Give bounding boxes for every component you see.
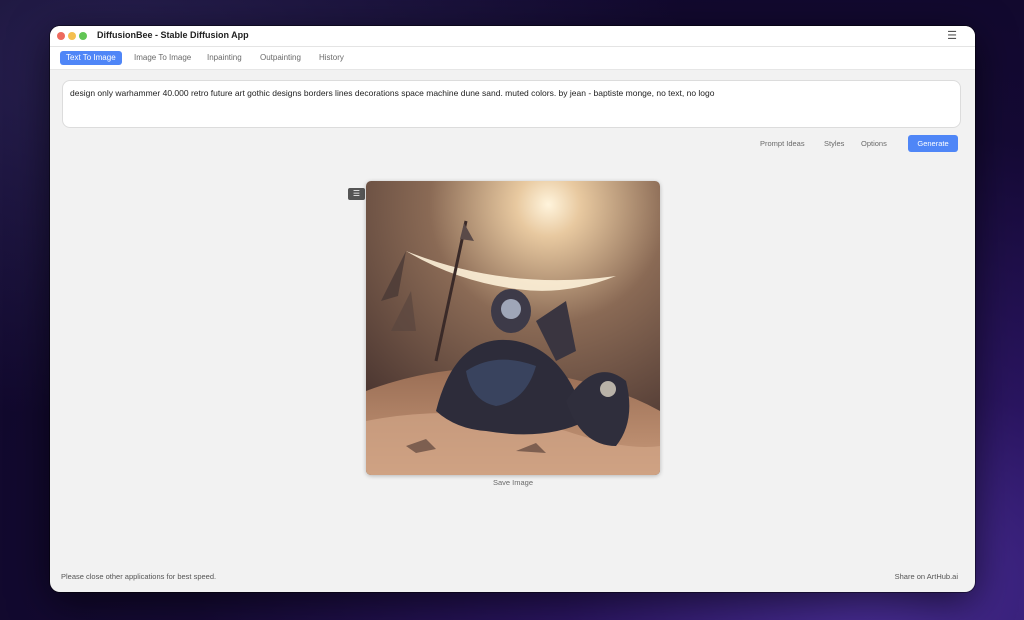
tab-inpainting[interactable]: Inpainting <box>201 51 248 65</box>
generate-button[interactable]: Generate <box>908 135 958 152</box>
generated-image-art <box>366 181 660 475</box>
minimize-window-button[interactable] <box>68 32 76 40</box>
options-button[interactable]: Options <box>861 136 887 152</box>
share-arthub-link[interactable]: Share on ArtHub.ai <box>895 572 958 581</box>
styles-button[interactable]: Styles <box>824 136 844 152</box>
generated-image <box>366 181 660 475</box>
hamburger-icon[interactable]: ☰ <box>348 188 365 200</box>
close-window-button[interactable] <box>57 32 65 40</box>
zoom-window-button[interactable] <box>79 32 87 40</box>
tab-image-to-image[interactable]: Image To Image <box>128 51 197 65</box>
tab-text-to-image[interactable]: Text To Image <box>60 51 122 65</box>
tab-history[interactable]: History <box>313 51 350 65</box>
prompt-input[interactable]: design only warhammer 40.000 retro futur… <box>62 80 961 128</box>
app-menu-icon[interactable]: ☰ <box>947 29 957 42</box>
prompt-ideas-button[interactable]: Prompt Ideas <box>760 136 805 152</box>
tab-bar: Text To Image Image To Image Inpainting … <box>50 47 975 70</box>
tab-outpainting[interactable]: Outpainting <box>254 51 307 65</box>
title-bar: DiffusionBee - Stable Diffusion App ☰ <box>50 26 975 47</box>
speed-hint: Please close other applications for best… <box>61 572 217 581</box>
save-image-button[interactable]: Save Image <box>366 478 660 487</box>
window-title: DiffusionBee - Stable Diffusion App <box>97 30 249 40</box>
app-window: DiffusionBee - Stable Diffusion App ☰ Te… <box>50 26 975 592</box>
